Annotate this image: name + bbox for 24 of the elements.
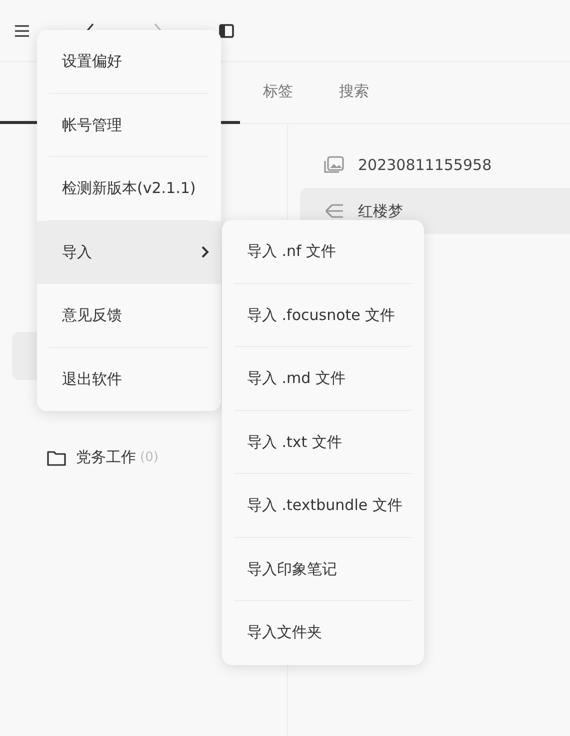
submenu-item[interactable]: 导入 .focusnote 文件: [222, 284, 424, 347]
image-icon: [324, 156, 344, 174]
lines-icon: [324, 203, 344, 219]
menu-item[interactable]: 意见反馈: [37, 284, 221, 348]
menu-item[interactable]: 检测新版本(v2.1.1): [37, 157, 221, 220]
menu-item[interactable]: 设置偏好: [37, 30, 221, 94]
submenu-item[interactable]: 导入文件夹: [222, 601, 424, 664]
note-title: 20230811155958: [358, 156, 492, 174]
menu-item[interactable]: 退出软件: [37, 348, 221, 411]
submenu-item[interactable]: 导入 .textbundle 文件: [222, 474, 424, 538]
submenu-item[interactable]: 导入 .txt 文件: [222, 410, 424, 474]
note-title: 红楼梦: [358, 202, 403, 220]
menu-icon[interactable]: [14, 22, 30, 38]
folder-name[interactable]: 党务工作: [76, 448, 136, 467]
note-item[interactable]: 20230811155958: [300, 142, 570, 188]
submenu-item[interactable]: 导入印象笔记: [222, 538, 424, 601]
folder-icon: [47, 450, 66, 466]
folder-count: (0): [140, 450, 158, 465]
menu-item[interactable]: 导入: [37, 220, 221, 284]
tab[interactable]: 标签: [240, 62, 316, 123]
submenu-item[interactable]: 导入 .md 文件: [222, 347, 424, 410]
menu-item[interactable]: 帐号管理: [37, 94, 221, 157]
sidebar-toggle-icon[interactable]: [218, 22, 234, 38]
tab[interactable]: 搜索: [316, 62, 392, 123]
